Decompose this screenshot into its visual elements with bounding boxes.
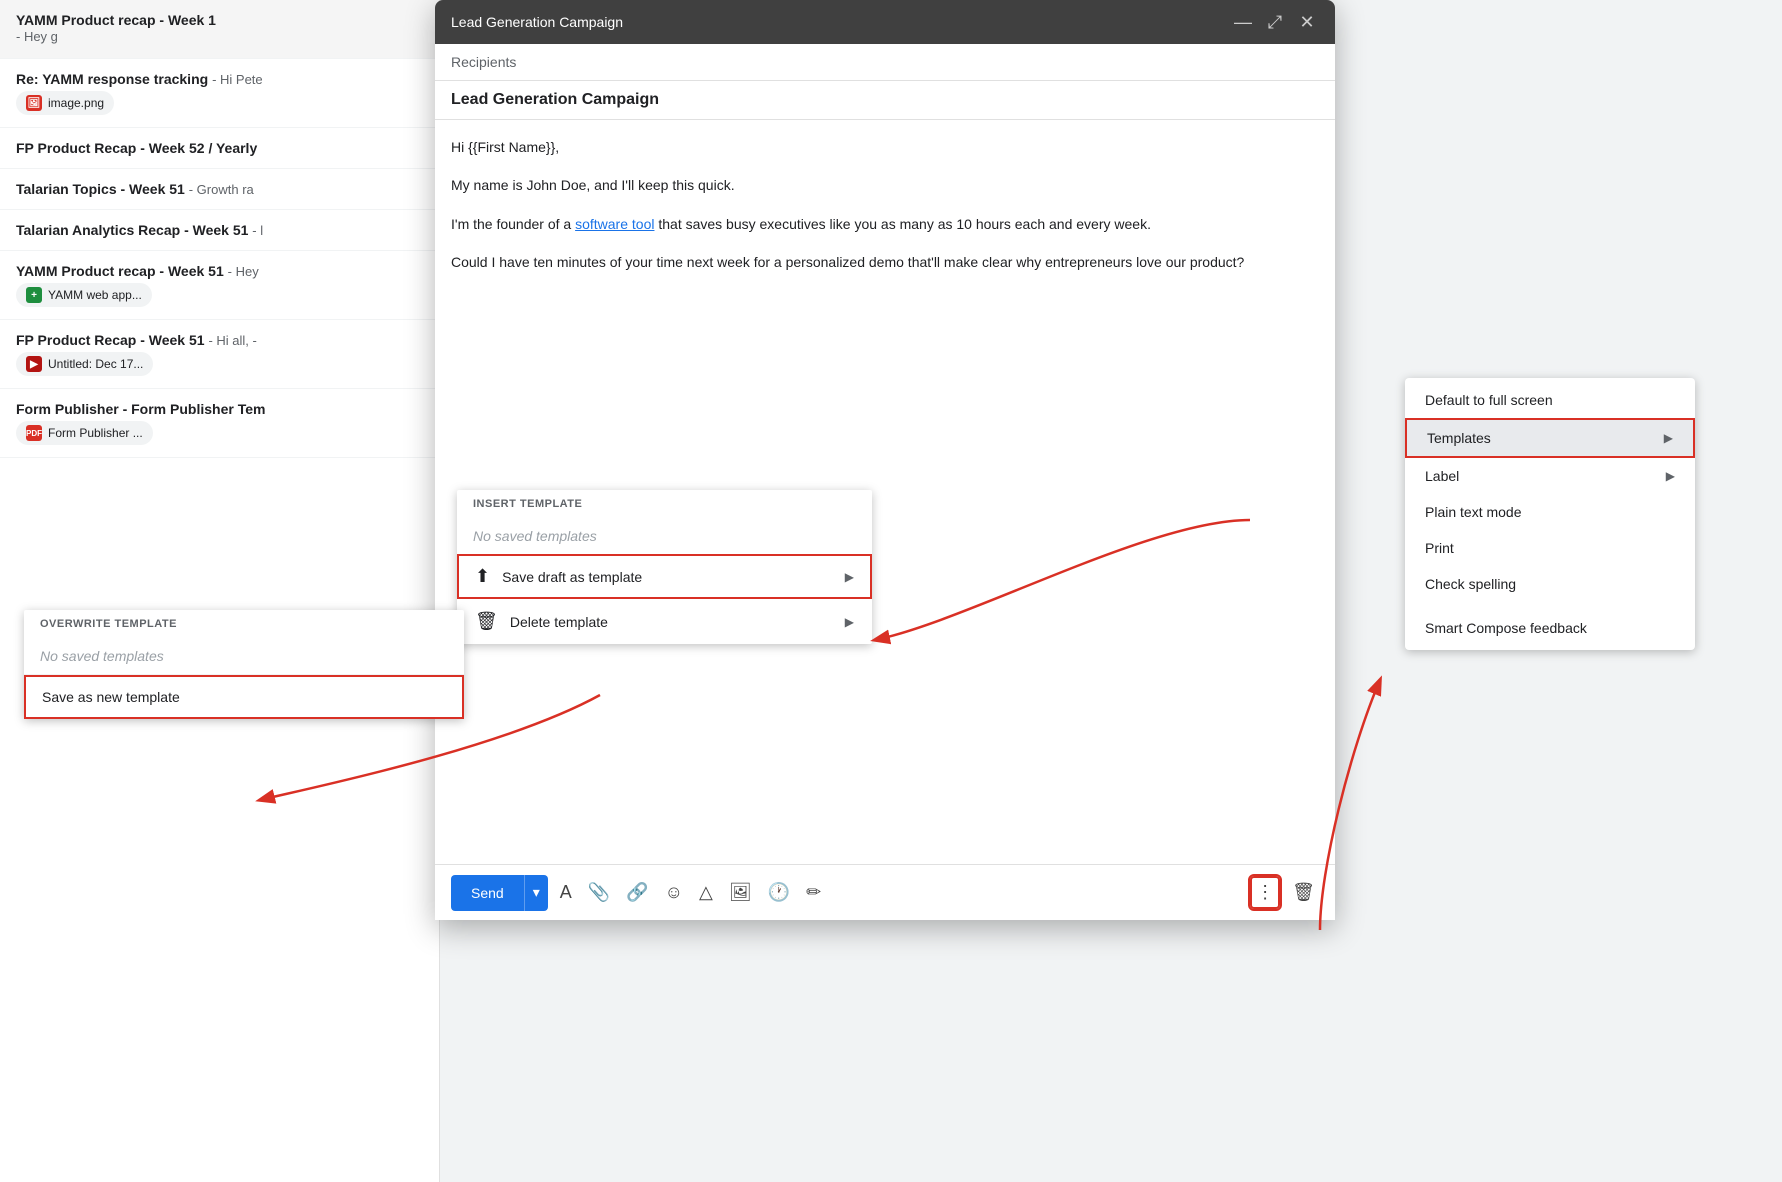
save-draft-label: Save draft as template (502, 569, 642, 585)
body-line1: My name is John Doe, and I'll keep this … (451, 174, 1319, 196)
link-icon[interactable]: 🔗 (622, 878, 652, 907)
save-draft-as-template-item[interactable]: ⬆ Save draft as template ▶ (457, 554, 872, 599)
yamm-icon: + (26, 287, 42, 303)
overwrite-popup: OVERWRITE TEMPLATE No saved templates Sa… (24, 610, 464, 719)
print-label: Print (1425, 540, 1454, 556)
context-item-print[interactable]: Print (1405, 530, 1695, 566)
delete-template-item[interactable]: 🗑 Delete template ▶ (457, 599, 872, 644)
save-as-new-label: Save as new template (42, 689, 180, 705)
recipients-label: Recipients (451, 54, 516, 70)
attachment-label: Untitled: Dec 17... (48, 357, 143, 371)
context-item-plaintext[interactable]: Plain text mode (1405, 494, 1695, 530)
templates-label: Templates (1427, 430, 1491, 446)
context-item-smart-compose[interactable]: Smart Compose feedback (1405, 610, 1695, 646)
overwrite-no-templates-text: No saved templates (24, 638, 464, 675)
fullscreen-label: Default to full screen (1425, 392, 1553, 408)
templates-arrow: ▶ (1664, 431, 1673, 445)
smart-compose-label: Smart Compose feedback (1425, 620, 1587, 636)
attachment-badge: ▶ Untitled: Dec 17... (16, 352, 153, 376)
body-line2-start: I'm the founder of a (451, 216, 575, 232)
format-text-icon[interactable]: A (556, 878, 576, 907)
context-menu-divider (1405, 602, 1695, 610)
save-draft-arrow: ▶ (845, 570, 854, 584)
compose-title: Lead Generation Campaign (451, 14, 623, 30)
emoji-icon[interactable]: ☺ (661, 878, 687, 907)
attach-icon[interactable]: 📎 (584, 878, 614, 907)
schedule-icon[interactable]: 🕐 (764, 878, 794, 907)
email-item-6[interactable]: YAMM Product recap - Week 51 - Hey + YAM… (0, 251, 439, 320)
template-submenu: INSERT TEMPLATE No saved templates ⬆ Sav… (457, 490, 872, 644)
minimize-button[interactable]: — (1231, 10, 1255, 34)
attachment-label: YAMM web app... (48, 288, 142, 302)
delete-icon[interactable]: 🗑 (1288, 878, 1319, 907)
no-saved-templates-text: No saved templates (457, 518, 872, 554)
email-item-4[interactable]: Talarian Topics - Week 51 - Growth ra (0, 169, 439, 210)
send-dropdown-arrow[interactable]: ▾ (524, 875, 548, 911)
delete-template-icon: 🗑 (475, 611, 498, 632)
close-button[interactable]: ✕ (1295, 10, 1319, 34)
email-subject: FP Product Recap - Week 51 - Hi all, - (16, 332, 423, 348)
context-item-label[interactable]: Label ▶ (1405, 458, 1695, 494)
email-item-8[interactable]: Form Publisher - Form Publisher Tem PDF … (0, 389, 439, 458)
maximize-button[interactable]: ⤢ (1263, 10, 1287, 34)
body-line2: I'm the founder of a software tool that … (451, 213, 1319, 235)
body-line2-end: that saves busy executives like you as m… (654, 216, 1151, 232)
delete-template-label: Delete template (510, 614, 608, 630)
attachment-label: Form Publisher ... (48, 426, 143, 440)
attachment-badge: 🖼 image.png (16, 91, 114, 115)
email-subject: YAMM Product recap - Week 1 (16, 12, 423, 28)
compose-toolbar: Send ▾ A 📎 🔗 ☺ △ 🖼 🕐 ✏ ⋮ 🗑 (435, 864, 1335, 920)
video-icon: ▶ (26, 356, 42, 372)
pdf-icon: PDF (26, 425, 42, 441)
attachment-label: image.png (48, 96, 104, 110)
attachment-badge: PDF Form Publisher ... (16, 421, 153, 445)
image-icon: 🖼 (26, 95, 42, 111)
drive-icon[interactable]: △ (695, 878, 717, 907)
context-item-spelling[interactable]: Check spelling (1405, 566, 1695, 602)
subject-field[interactable]: Lead Generation Campaign (435, 81, 1335, 120)
email-item-2[interactable]: Re: YAMM response tracking - Hi Pete 🖼 i… (0, 59, 439, 128)
label-text: Label (1425, 468, 1459, 484)
compose-header: Lead Generation Campaign — ⤢ ✕ (435, 0, 1335, 44)
email-list: YAMM Product recap - Week 1 - Hey g Re: … (0, 0, 440, 1182)
email-item-1[interactable]: YAMM Product recap - Week 1 - Hey g (0, 0, 439, 59)
spelling-label: Check spelling (1425, 576, 1516, 592)
email-item-3[interactable]: FP Product Recap - Week 52 / Yearly (0, 128, 439, 169)
email-subject: Talarian Analytics Recap - Week 51 - l (16, 222, 423, 238)
recipients-field[interactable]: Recipients (435, 44, 1335, 81)
context-menu: Default to full screen Templates ▶ Label… (1405, 378, 1695, 650)
email-subject: Talarian Topics - Week 51 - Growth ra (16, 181, 423, 197)
delete-template-arrow: ▶ (845, 615, 854, 629)
send-button[interactable]: Send ▾ (451, 875, 548, 911)
subject-text: Lead Generation Campaign (451, 91, 659, 108)
save-as-new-template-item[interactable]: Save as new template (24, 675, 464, 719)
overwrite-template-header: OVERWRITE TEMPLATE (24, 610, 464, 638)
plaintext-label: Plain text mode (1425, 504, 1522, 520)
email-preview: - Hey g (16, 29, 58, 44)
signature-icon[interactable]: ✏ (802, 878, 825, 907)
label-arrow: ▶ (1666, 469, 1675, 483)
compose-controls: — ⤢ ✕ (1231, 10, 1319, 34)
more-options-icon[interactable]: ⋮ (1250, 876, 1280, 909)
attachment-badge: + YAMM web app... (16, 283, 152, 307)
save-draft-icon: ⬆ (475, 566, 490, 587)
send-label: Send (451, 885, 524, 901)
email-item-7[interactable]: FP Product Recap - Week 51 - Hi all, - ▶… (0, 320, 439, 389)
context-item-templates[interactable]: Templates ▶ (1405, 418, 1695, 458)
email-item-5[interactable]: Talarian Analytics Recap - Week 51 - l (0, 210, 439, 251)
email-subject: Re: YAMM response tracking - Hi Pete (16, 71, 423, 87)
email-subject: Form Publisher - Form Publisher Tem (16, 401, 423, 417)
email-subject: FP Product Recap - Week 52 / Yearly (16, 140, 423, 156)
compose-window: Lead Generation Campaign — ⤢ ✕ Recipient… (435, 0, 1335, 920)
body-line3: Could I have ten minutes of your time ne… (451, 251, 1319, 273)
body-greeting: Hi {{First Name}}, (451, 136, 1319, 158)
context-item-fullscreen[interactable]: Default to full screen (1405, 382, 1695, 418)
photo-icon[interactable]: 🖼 (725, 878, 756, 907)
software-tool-link[interactable]: software tool (575, 216, 654, 232)
insert-template-header: INSERT TEMPLATE (457, 490, 872, 518)
email-subject: YAMM Product recap - Week 51 - Hey (16, 263, 423, 279)
